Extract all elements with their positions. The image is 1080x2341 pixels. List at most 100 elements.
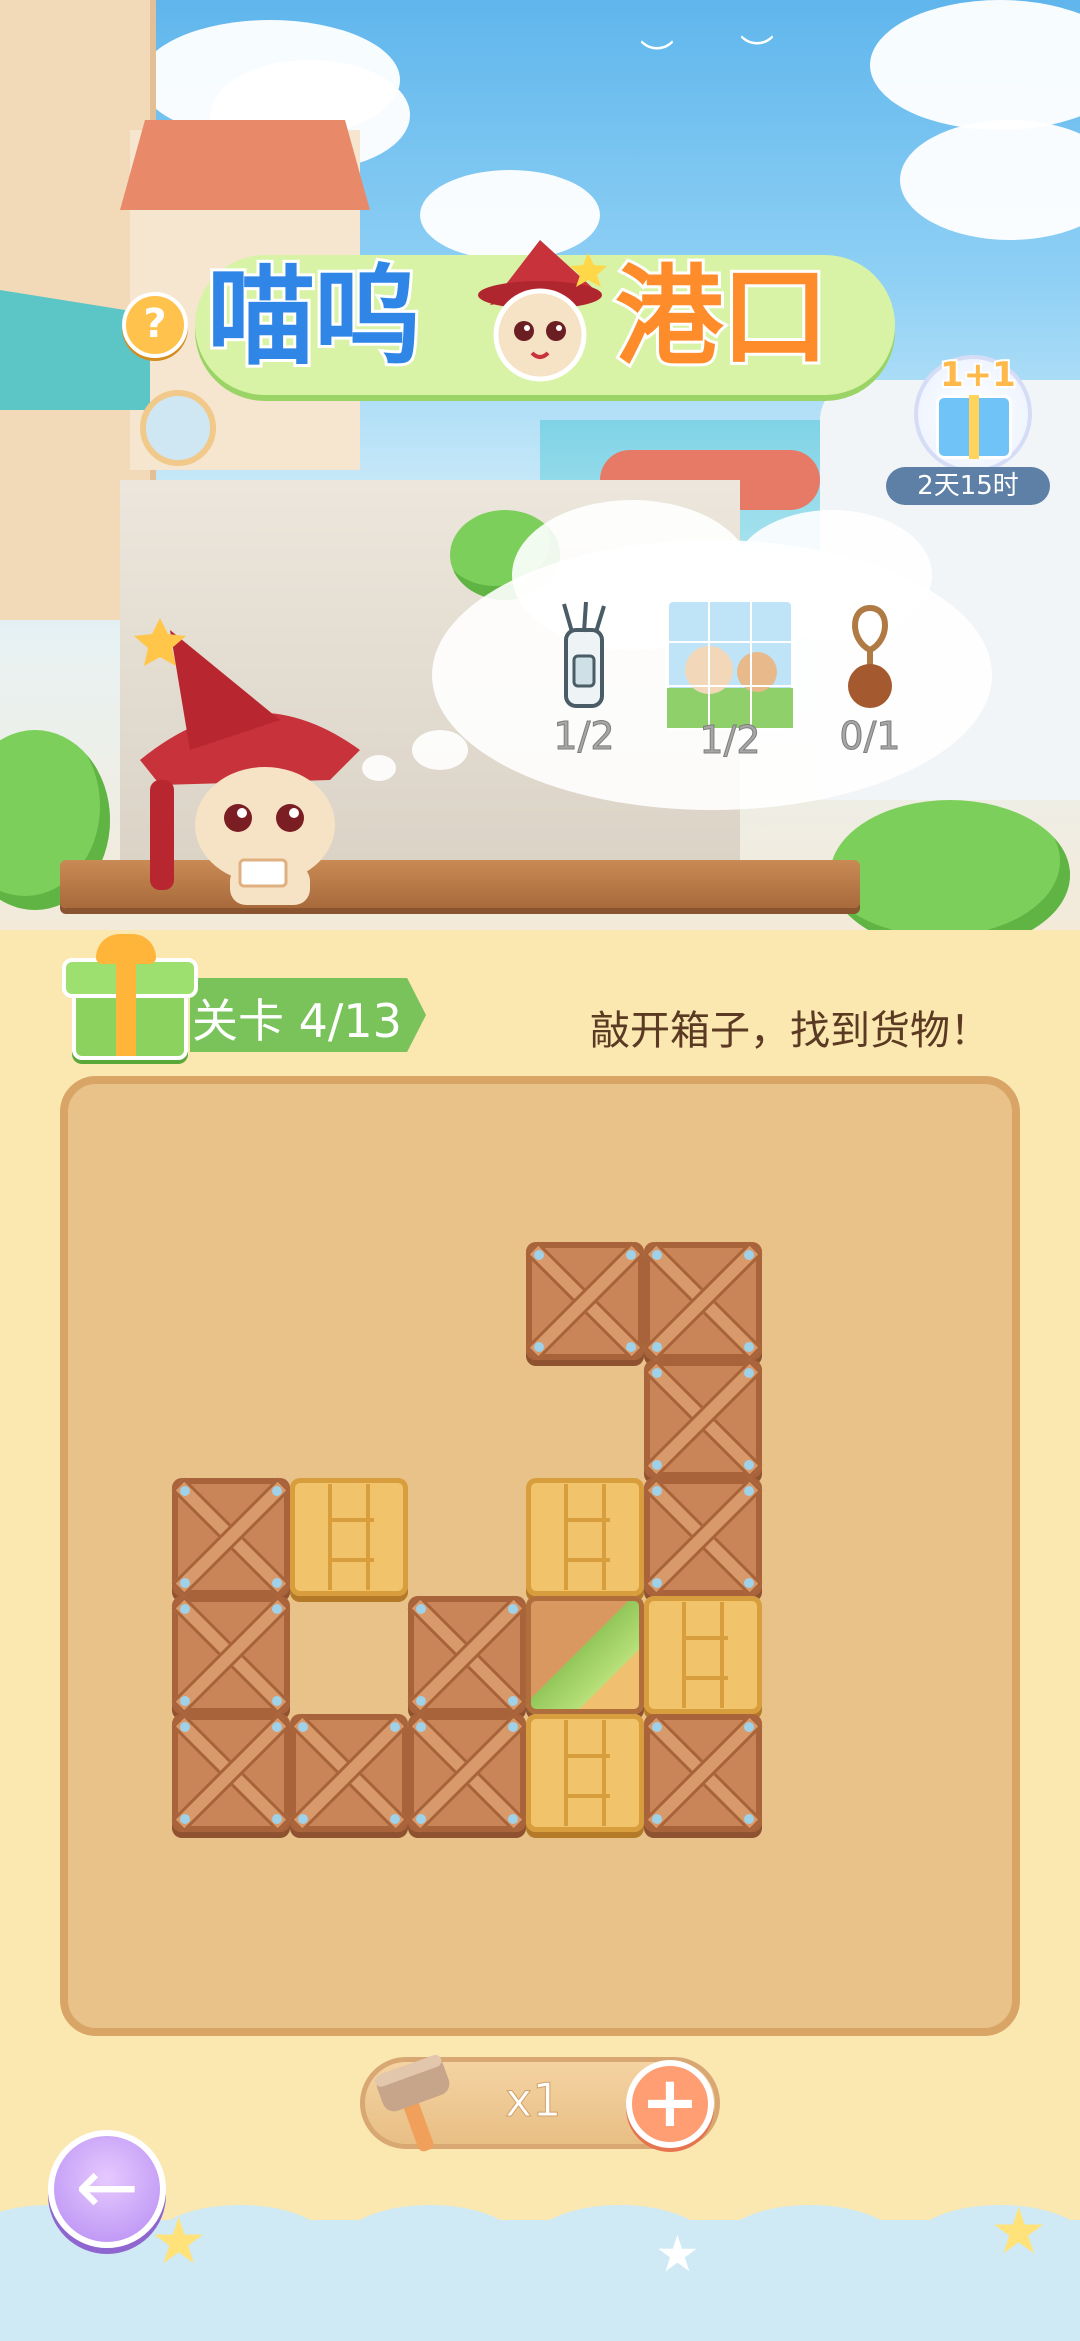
nail-icon — [626, 1250, 636, 1260]
plank-box[interactable] — [526, 1714, 644, 1832]
nail-icon — [180, 1696, 190, 1706]
seagull-icon: ︶ — [640, 38, 674, 78]
nail-icon — [652, 1460, 662, 1470]
plank-seam — [366, 1484, 370, 1590]
nail-icon — [744, 1486, 754, 1496]
gift-ribbon — [116, 958, 136, 1056]
wooden-crate[interactable] — [172, 1714, 290, 1832]
wooden-crate[interactable] — [408, 1596, 526, 1714]
level-indicator: 关卡 4/13 — [192, 994, 402, 1048]
goal-count: 0/1 — [839, 714, 901, 759]
nail-icon — [652, 1722, 662, 1732]
nail-icon — [626, 1342, 636, 1352]
nail-icon — [416, 1722, 426, 1732]
nail-icon — [744, 1814, 754, 1824]
wooden-crate[interactable] — [172, 1478, 290, 1596]
plank-seam — [682, 1636, 728, 1640]
wooden-crate[interactable] — [172, 1596, 290, 1714]
thought-bubble-dot — [412, 730, 468, 770]
nail-icon — [508, 1696, 518, 1706]
wooden-crate[interactable] — [644, 1360, 762, 1478]
nail-icon — [180, 1486, 190, 1496]
goal-item: 1/2 — [660, 598, 800, 763]
wooden-crate[interactable] — [644, 1478, 762, 1596]
plank-seam — [682, 1602, 686, 1708]
nail-icon — [744, 1722, 754, 1732]
nail-icon — [272, 1604, 282, 1614]
plank-seam — [682, 1676, 728, 1680]
plank-seam — [564, 1720, 568, 1826]
nail-icon — [508, 1722, 518, 1732]
nail-icon — [416, 1604, 426, 1614]
cat-wizard-character — [134, 618, 360, 905]
nail-icon — [744, 1250, 754, 1260]
gift-box-icon — [936, 395, 1012, 459]
plank-seam — [602, 1720, 606, 1826]
plank-seam — [564, 1558, 610, 1562]
plank-box[interactable] — [526, 1478, 644, 1596]
game-logo: 喵呜 港口 — [195, 215, 895, 405]
golf-bag-icon — [562, 601, 606, 708]
hammer-icon[interactable] — [372, 2054, 462, 2154]
nail-icon — [534, 1250, 544, 1260]
wooden-crate[interactable] — [644, 1714, 762, 1832]
nail-icon — [652, 1578, 662, 1588]
seagull-icon: ︶ — [740, 33, 774, 73]
game-board — [60, 1076, 1020, 2036]
hammer-count: x1 — [505, 2073, 562, 2128]
nail-icon — [652, 1342, 662, 1352]
nail-icon — [272, 1578, 282, 1588]
back-button[interactable]: ← — [48, 2130, 166, 2248]
bag-charm-icon — [848, 605, 892, 708]
nail-icon — [744, 1460, 754, 1470]
plank-seam — [328, 1558, 374, 1562]
sky-cloud — [900, 120, 1080, 240]
gift-bow — [96, 934, 156, 964]
plank-box[interactable] — [290, 1478, 408, 1596]
nail-icon — [272, 1696, 282, 1706]
wooden-crate[interactable] — [526, 1242, 644, 1360]
nail-icon — [390, 1814, 400, 1824]
plank-seam — [720, 1602, 724, 1708]
nail-icon — [180, 1604, 190, 1614]
building-roof — [120, 120, 370, 210]
promo-label: 1+1 — [938, 353, 1018, 397]
instruction-text: 敲开箱子，找到货物！ — [590, 1008, 990, 1054]
wooden-crate[interactable] — [408, 1714, 526, 1832]
star-icon: ★ — [655, 2225, 700, 2283]
nail-icon — [416, 1696, 426, 1706]
nail-icon — [508, 1814, 518, 1824]
nail-icon — [744, 1578, 754, 1588]
nail-icon — [272, 1722, 282, 1732]
nail-icon — [652, 1814, 662, 1824]
logo-title-left: 喵呜 — [204, 252, 424, 383]
wooden-crate[interactable] — [644, 1242, 762, 1360]
help-button[interactable]: ? — [122, 292, 188, 358]
nail-icon — [508, 1604, 518, 1614]
plank-seam — [602, 1484, 606, 1590]
nail-icon — [272, 1814, 282, 1824]
add-hammer-button[interactable]: + — [626, 2060, 714, 2148]
goal-thought-cloud: 1/2 1/2 0/1 — [362, 500, 992, 820]
broken-crate[interactable] — [526, 1596, 644, 1714]
nail-icon — [298, 1814, 308, 1824]
goal-count: 1/2 — [553, 714, 615, 759]
plank-seam — [564, 1794, 610, 1798]
logo-title-right: 港口 — [612, 252, 832, 383]
nail-icon — [652, 1250, 662, 1260]
plank-box[interactable] — [644, 1596, 762, 1714]
footer-wave — [720, 2205, 900, 2285]
footer-wave — [340, 2205, 520, 2285]
star-icon: ★ — [990, 2195, 1048, 2269]
goal-item: 0/1 — [830, 600, 910, 759]
plank-seam — [328, 1484, 332, 1590]
nail-icon — [534, 1342, 544, 1352]
promo-gift-button[interactable]: 1+1 2天15时 — [886, 353, 1050, 505]
wooden-crate[interactable] — [290, 1714, 408, 1832]
plank-seam — [564, 1754, 610, 1758]
nail-icon — [744, 1368, 754, 1378]
plank-seam — [564, 1518, 610, 1522]
level-reward-gift-icon[interactable] — [62, 930, 198, 1060]
nail-icon — [416, 1814, 426, 1824]
nail-icon — [180, 1578, 190, 1588]
